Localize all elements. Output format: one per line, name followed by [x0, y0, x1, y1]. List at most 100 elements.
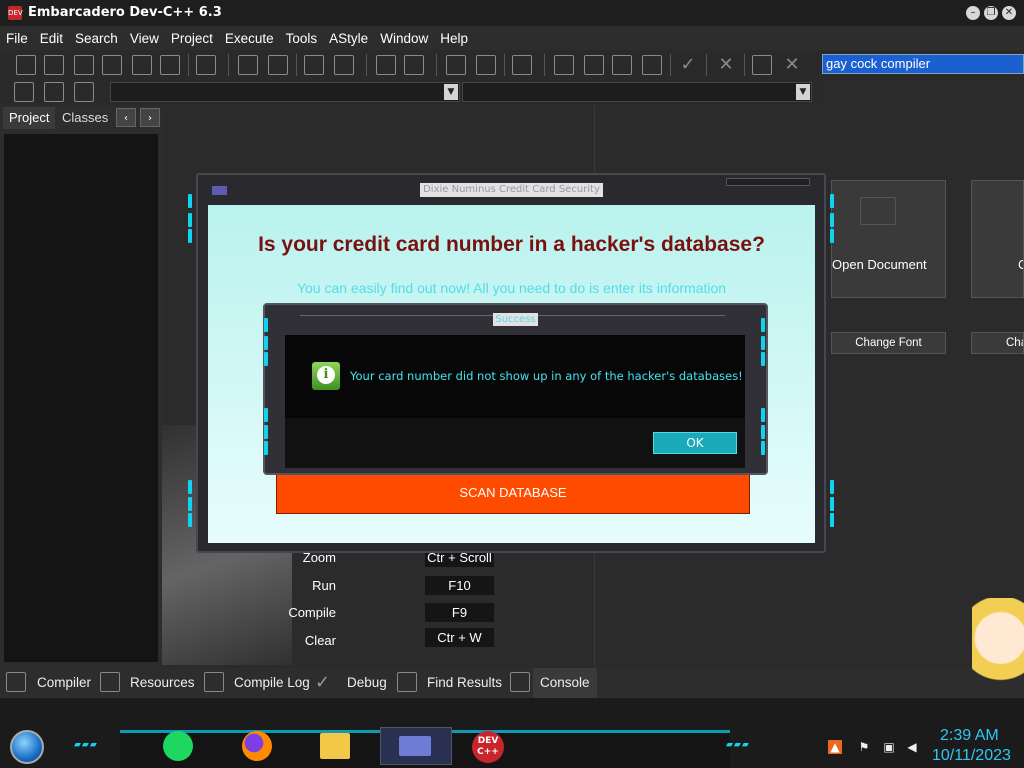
window-menu-icon[interactable]	[212, 186, 227, 195]
folder-icon	[860, 197, 896, 225]
tab-debug[interactable]: Debug	[347, 668, 387, 698]
menu-execute[interactable]: Execute	[219, 31, 280, 46]
shortcut-key: F9	[425, 603, 494, 622]
menu-astyle[interactable]: AStyle	[323, 31, 374, 46]
scan-database-button[interactable]: SCAN DATABASE	[276, 472, 750, 514]
tab-compiler[interactable]: Compiler	[37, 668, 91, 698]
chart-icon[interactable]	[752, 55, 772, 75]
ok-button[interactable]: OK	[653, 432, 737, 454]
close-button[interactable]: ✕	[1002, 6, 1016, 20]
console-icon	[510, 672, 530, 692]
taskbar-decor: ▰▰▰	[74, 740, 98, 750]
active-window-button[interactable]	[380, 727, 452, 765]
frame-led	[264, 425, 268, 439]
shortcut-label: Run	[312, 578, 336, 593]
menu-help[interactable]: Help	[434, 31, 474, 46]
frame-led	[761, 441, 765, 455]
frame-slot	[726, 178, 810, 186]
volume-icon[interactable]: ◀	[905, 740, 919, 754]
project-tree[interactable]	[4, 134, 158, 662]
class-combo[interactable]: ▼	[110, 82, 460, 102]
frame-led	[188, 513, 192, 527]
tab-prev-button[interactable]: ‹	[116, 108, 136, 127]
character-image	[972, 598, 1024, 698]
chevron-down-icon[interactable]: ▼	[444, 84, 458, 100]
frame-led	[264, 408, 268, 422]
tab-next-button[interactable]: ›	[140, 108, 160, 127]
close-all-icon[interactable]	[160, 55, 180, 75]
devcpp-icon[interactable]: DEV C++	[472, 731, 504, 763]
tab-classes[interactable]: Classes	[56, 107, 114, 129]
network-icon[interactable]: ▣	[882, 740, 896, 754]
clock-time[interactable]: 2:39 AM	[940, 727, 999, 745]
redo-icon[interactable]	[404, 55, 424, 75]
tab-console[interactable]: Console	[533, 668, 597, 698]
tab-resources[interactable]: Resources	[130, 668, 195, 698]
tile-windows-icon[interactable]	[554, 55, 574, 75]
scam-window-title: Dixie Numinus Credit Card Security	[420, 183, 603, 197]
change-font-button[interactable]: Change Font	[831, 332, 946, 354]
spotify-icon[interactable]	[163, 731, 195, 763]
toggle-bookmark-icon[interactable]	[44, 82, 64, 102]
goto-line-icon[interactable]	[304, 55, 324, 75]
close-file-icon[interactable]	[132, 55, 152, 75]
layout-icon[interactable]	[612, 55, 632, 75]
delete-icon[interactable]: ✕	[782, 55, 802, 75]
goto-bookmark-icon[interactable]	[74, 82, 94, 102]
comment-icon[interactable]	[512, 55, 532, 75]
open-document-tile[interactable]: Open Document	[831, 180, 946, 298]
shortcut-key: Ctr + W	[425, 628, 494, 647]
start-button[interactable]	[10, 730, 44, 764]
replace-icon[interactable]	[268, 55, 288, 75]
menu-edit[interactable]: Edit	[34, 31, 69, 46]
indent-icon[interactable]	[446, 55, 466, 75]
window-icon[interactable]	[584, 55, 604, 75]
firefox-icon[interactable]	[242, 731, 274, 763]
frame-led	[830, 213, 834, 227]
unindent-icon[interactable]	[476, 55, 496, 75]
window-icon	[399, 736, 431, 756]
new-tile[interactable]: C	[971, 180, 1024, 298]
frame-led	[761, 336, 765, 350]
frame-led	[264, 318, 268, 332]
new-file-icon[interactable]	[16, 55, 36, 75]
compile-log-icon	[204, 672, 224, 692]
tile-label: Open Document	[832, 257, 927, 272]
print-icon[interactable]	[196, 55, 216, 75]
menu-view[interactable]: View	[124, 31, 165, 46]
tile-label: C	[1018, 257, 1023, 272]
save-all-icon[interactable]	[102, 55, 122, 75]
compile-check-icon[interactable]: ✓	[678, 55, 698, 75]
menu-tools[interactable]: Tools	[280, 31, 324, 46]
save-icon[interactable]	[74, 55, 94, 75]
change-theme-button[interactable]: Cha	[971, 332, 1024, 354]
bookmark-icon[interactable]	[334, 55, 354, 75]
flag-icon[interactable]: ⚑	[857, 740, 871, 754]
undo-icon[interactable]	[376, 55, 396, 75]
search-input[interactable]: gay cock compiler	[822, 54, 1024, 74]
function-combo[interactable]: ▼	[462, 82, 812, 102]
menu-project[interactable]: Project	[165, 31, 219, 46]
open-folder-icon[interactable]	[44, 55, 64, 75]
stop-icon[interactable]: ✕	[716, 55, 736, 75]
tab-find-results[interactable]: Find Results	[427, 668, 502, 698]
find-icon[interactable]	[238, 55, 258, 75]
menu-file[interactable]: File	[0, 31, 34, 46]
tray-app-icon[interactable]: ▲	[828, 740, 842, 754]
clock-date[interactable]: 10/11/2023	[932, 747, 1011, 765]
chevron-down-icon[interactable]: ▼	[796, 84, 810, 100]
minimize-button[interactable]: –	[966, 6, 980, 20]
dialog-message: Your card number did not show up in any …	[350, 369, 743, 383]
frame-led	[264, 352, 268, 366]
grid-icon[interactable]	[642, 55, 662, 75]
insert-icon[interactable]	[14, 82, 34, 102]
menu-window[interactable]: Window	[374, 31, 434, 46]
scam-subtitle: You can easily find out now! All you nee…	[296, 280, 727, 296]
success-dialog-title: Success	[493, 313, 538, 326]
tab-project[interactable]: Project	[3, 107, 56, 129]
menu-search[interactable]: Search	[69, 31, 124, 46]
devcpp-app-icon: DEV	[8, 6, 23, 20]
restore-button[interactable]: ❐	[984, 6, 998, 20]
tab-compile-log[interactable]: Compile Log	[234, 668, 310, 698]
file-explorer-icon[interactable]	[320, 733, 352, 765]
